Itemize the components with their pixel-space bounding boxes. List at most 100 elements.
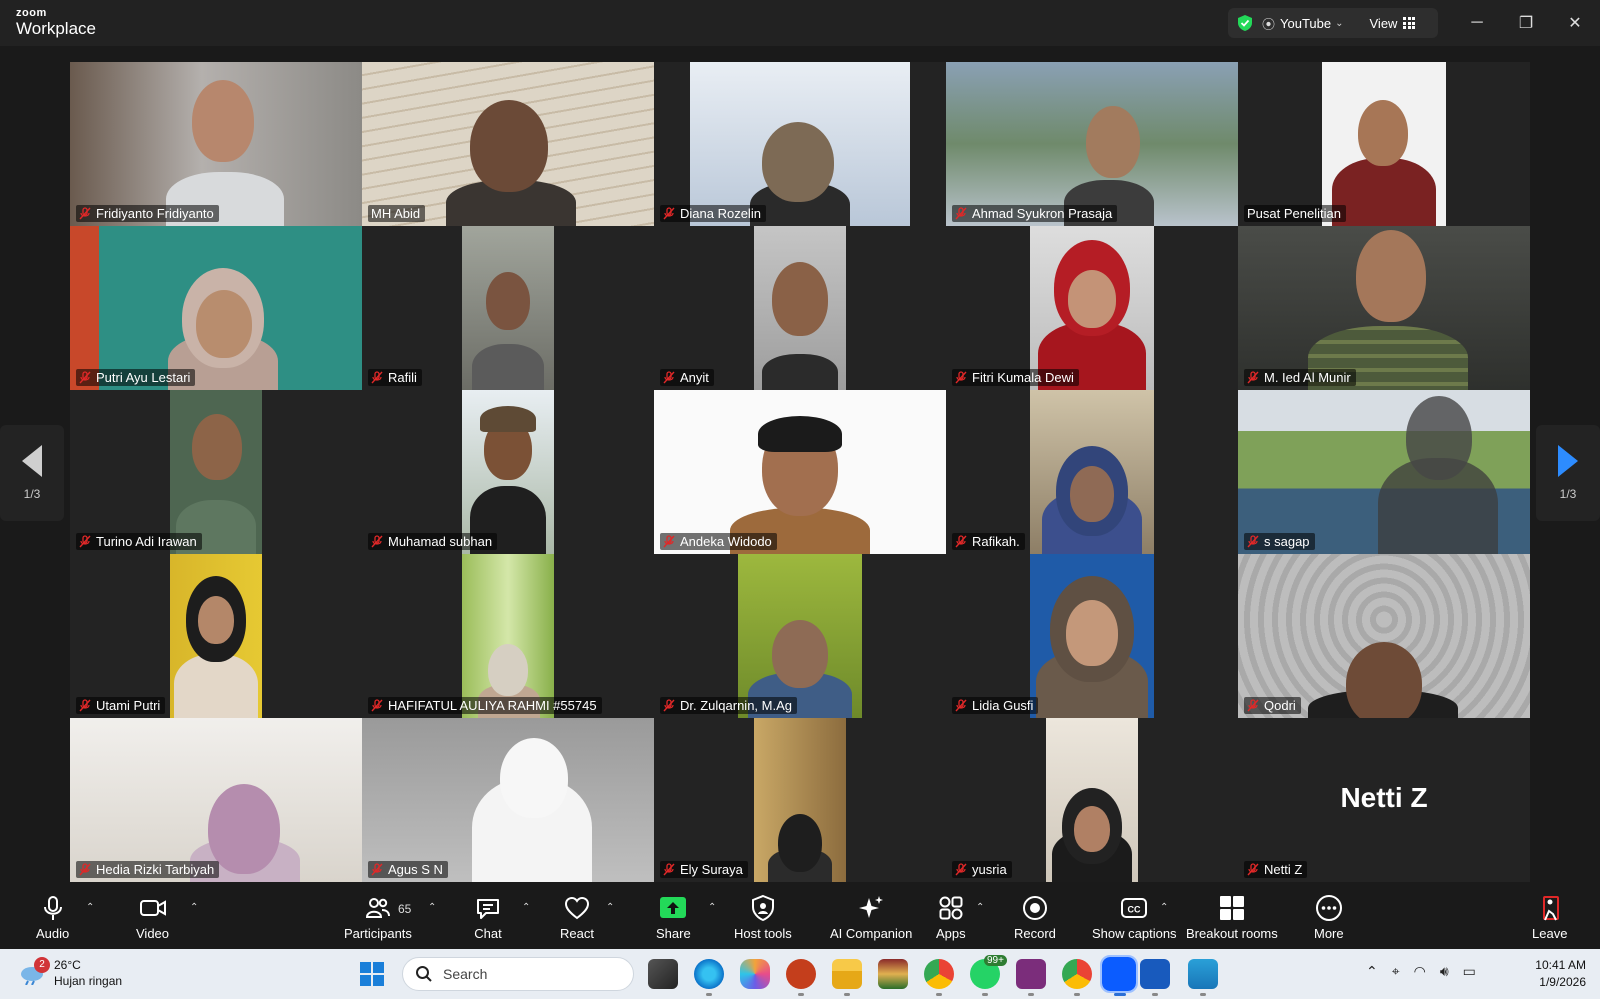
participants-options-caret[interactable]: ⌃ <box>428 902 436 913</box>
leave-button[interactable]: Leave <box>1532 894 1567 941</box>
muted-mic-icon <box>79 207 91 220</box>
video-tile[interactable]: yusria <box>946 718 1238 882</box>
chat-button[interactable]: Chat <box>474 894 502 941</box>
word-icon[interactable] <box>1140 959 1170 989</box>
video-tile[interactable]: Fitri Kumala Dewi <box>946 226 1238 390</box>
video-tile[interactable]: Dr. Zulqarnin, M.Ag <box>654 554 946 718</box>
video-tile[interactable]: M. Ied Al Munir <box>1238 226 1530 390</box>
video-tile[interactable]: Turino Adi Irawan <box>70 390 362 554</box>
battery-icon[interactable]: ▭ <box>1463 963 1476 980</box>
muted-mic-icon <box>955 699 967 712</box>
zoom-app-icon[interactable] <box>1100 955 1138 993</box>
video-tile[interactable]: Putri Ayu Lestari <box>70 226 362 390</box>
video-tile[interactable]: Hedia Rizki Tarbiyah <box>70 718 362 882</box>
more-button[interactable]: More <box>1314 894 1344 941</box>
video-tile[interactable]: Muhamad subhan <box>362 390 654 554</box>
video-tile[interactable]: Diana Rozelin <box>654 62 946 226</box>
chrome-profile-icon[interactable] <box>1062 959 1092 989</box>
participant-name-label: Qodri <box>1244 697 1301 714</box>
muted-mic-icon <box>955 207 967 220</box>
video-tile[interactable]: Pusat Penelitian <box>1238 62 1530 226</box>
video-tile[interactable]: Rafikah. <box>946 390 1238 554</box>
video-tile[interactable]: Ahmad Syukron Prasaja <box>946 62 1238 226</box>
pdf-reader-icon[interactable] <box>1016 959 1046 989</box>
taskbar-clock[interactable]: 10:41 AM 1/9/2026 <box>1535 957 1586 991</box>
participant-video <box>170 554 262 718</box>
video-tile-active-speaker[interactable]: MH Abid <box>362 62 654 226</box>
clock-time: 10:41 AM <box>1535 958 1586 972</box>
video-tile[interactable]: Anyit <box>654 226 946 390</box>
prev-page-button[interactable]: 1/3 <box>0 425 64 521</box>
share-screen-icon <box>660 897 687 918</box>
share-options-caret[interactable]: ⌃ <box>708 902 716 913</box>
audio-options-caret[interactable]: ⌃ <box>86 902 94 913</box>
video-tile[interactable]: Fridiyanto Fridiyanto <box>70 62 362 226</box>
powerpoint-icon[interactable] <box>786 959 816 989</box>
captions-options-caret[interactable]: ⌃ <box>1160 902 1168 913</box>
task-view-icon[interactable] <box>648 959 678 989</box>
breakout-rooms-icon <box>1219 896 1244 920</box>
ai-companion-button[interactable]: AI Companion <box>830 894 912 941</box>
react-button[interactable]: React <box>560 894 594 941</box>
video-tile[interactable]: Utami Putri <box>70 554 362 718</box>
host-tools-button[interactable]: Host tools <box>734 894 792 941</box>
video-tile[interactable]: Agus S N <box>362 718 654 882</box>
next-page-button[interactable]: 1/3 <box>1536 425 1600 521</box>
participant-name-label: Diana Rozelin <box>660 205 766 222</box>
muted-mic-icon <box>955 863 967 876</box>
react-options-caret[interactable]: ⌃ <box>606 902 614 913</box>
participant-name-label: Lidia Gusfi <box>952 697 1039 714</box>
encryption-shield-icon[interactable] <box>1236 14 1254 32</box>
copilot-icon[interactable] <box>740 959 770 989</box>
close-button[interactable]: ✕ <box>1560 10 1590 36</box>
minimize-button[interactable]: ─ <box>1462 10 1492 36</box>
video-tile[interactable]: Lidia Gusfi <box>946 554 1238 718</box>
participant-video <box>754 226 846 390</box>
chrome-icon[interactable] <box>924 959 954 989</box>
video-tile[interactable]: HAFIFATUL AULIYA RAHMI #55745 <box>362 554 654 718</box>
taskbar-search-box[interactable]: Search <box>402 957 634 991</box>
participant-name-label: Anyit <box>660 369 714 386</box>
share-button[interactable]: Share <box>656 894 691 941</box>
chevron-down-icon[interactable]: ⌄ <box>1335 18 1343 29</box>
video-tile[interactable]: Andeka Widodo <box>654 390 946 554</box>
video-tile[interactable]: Ely Suraya <box>654 718 946 882</box>
youtube-stream-button[interactable]: YouTube <box>1280 16 1331 31</box>
chat-options-caret[interactable]: ⌃ <box>522 902 530 913</box>
apps-button[interactable]: Apps <box>936 894 966 941</box>
video-button[interactable]: Video <box>136 894 169 941</box>
audio-button[interactable]: Audio <box>36 894 69 941</box>
participant-video <box>1238 226 1530 390</box>
chevron-up-icon[interactable]: ⌃ <box>1366 963 1378 980</box>
exit-door-icon <box>1542 896 1559 921</box>
edge-browser-icon[interactable] <box>694 959 724 989</box>
participant-name-label: Pusat Penelitian <box>1244 205 1346 222</box>
restore-button[interactable]: ❐ <box>1511 10 1541 36</box>
grid-view-icon[interactable] <box>1403 17 1416 29</box>
video-tile[interactable]: s sagap <box>1238 390 1530 554</box>
winrar-icon[interactable] <box>878 959 908 989</box>
participant-video <box>70 226 362 390</box>
file-explorer-icon[interactable] <box>832 959 862 989</box>
video-tile-no-video[interactable]: Netti Z Netti Z <box>1238 718 1530 882</box>
video-tile[interactable]: Rafili <box>362 226 654 390</box>
location-icon[interactable]: ⌖ <box>1392 963 1400 980</box>
muted-mic-icon <box>1247 371 1259 384</box>
windows-start-icon[interactable] <box>360 962 384 986</box>
record-button[interactable]: Record <box>1014 894 1056 941</box>
participant-name-label: Rafili <box>368 369 422 386</box>
participant-name-label: M. Ied Al Munir <box>1244 369 1356 386</box>
volume-icon[interactable]: 🔊︎ <box>1440 963 1449 980</box>
muted-mic-icon <box>371 371 383 384</box>
muted-mic-icon <box>663 207 675 220</box>
apps-icon <box>939 896 963 920</box>
weather-widget[interactable]: 2 26°C Hujan ringan <box>18 957 122 989</box>
apps-options-caret[interactable]: ⌃ <box>976 902 984 913</box>
breakout-rooms-button[interactable]: Breakout rooms <box>1186 894 1278 941</box>
video-options-caret[interactable]: ⌃ <box>190 902 198 913</box>
video-tile[interactable]: Qodri <box>1238 554 1530 718</box>
notepad-icon[interactable] <box>1188 959 1218 989</box>
muted-mic-icon <box>955 371 967 384</box>
wifi-icon[interactable]: ◠ <box>1414 963 1426 980</box>
view-button[interactable]: View <box>1370 16 1398 31</box>
